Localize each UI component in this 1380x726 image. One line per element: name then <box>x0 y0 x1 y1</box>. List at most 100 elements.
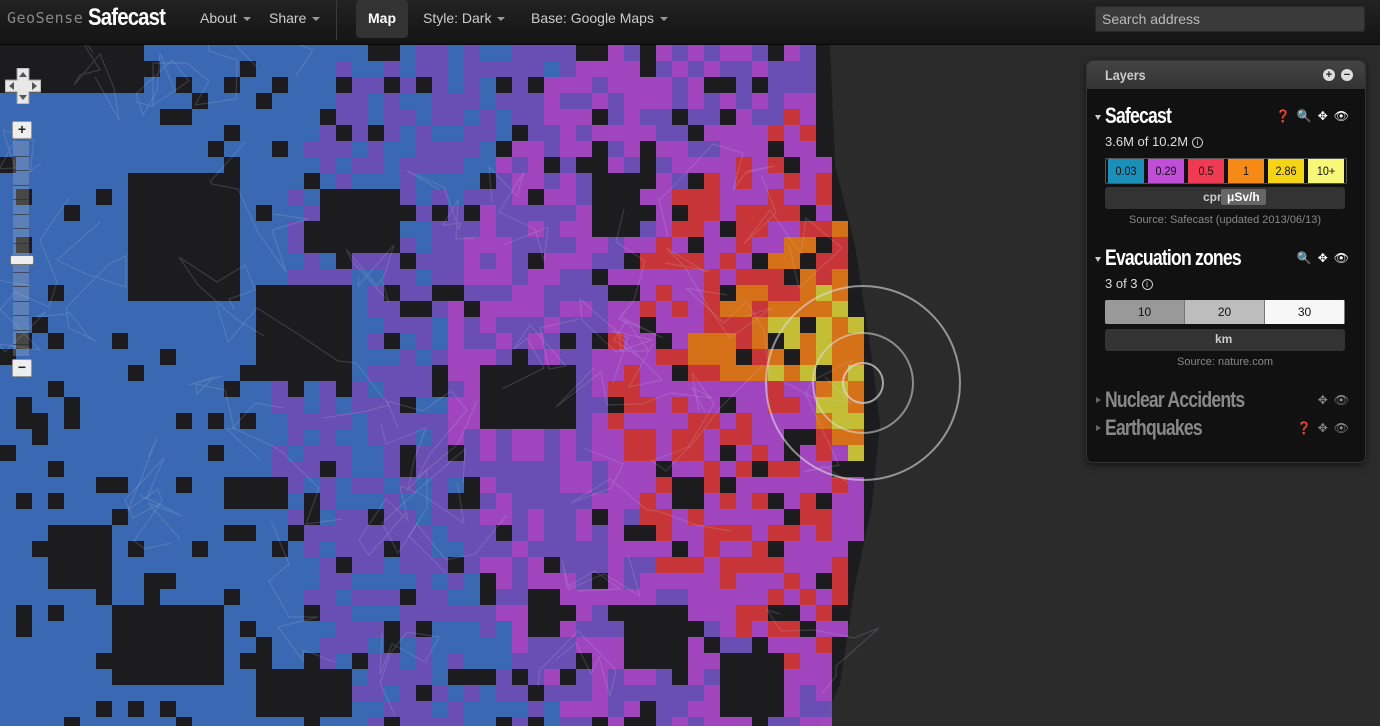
radiation-cell <box>0 669 16 685</box>
expand-triangle-icon[interactable] <box>1095 257 1101 262</box>
expand-triangle-icon[interactable] <box>1095 115 1101 120</box>
style-menu[interactable]: Style: Dark <box>423 0 506 38</box>
radiation-cell <box>336 525 352 541</box>
zoom-to-layer-icon[interactable]: 🔍 <box>1297 251 1312 265</box>
geosense-logo[interactable]: GeoSense <box>7 0 83 38</box>
radiation-cell <box>688 77 704 93</box>
eye-icon[interactable]: 👁 <box>1334 421 1349 435</box>
zoom-slider-track[interactable] <box>13 141 29 356</box>
radiation-cell <box>592 317 608 333</box>
move-icon[interactable]: ✥ <box>1318 109 1328 123</box>
radiation-cell <box>240 157 256 173</box>
radiation-cell <box>448 461 464 477</box>
radiation-cell <box>640 189 656 205</box>
radiation-cell <box>336 477 352 493</box>
radiation-cell <box>144 317 160 333</box>
zoom-to-layer-icon[interactable]: 🔍 <box>1297 109 1312 123</box>
radiation-cell <box>96 285 112 301</box>
radiation-cell <box>64 637 80 653</box>
earthquakes-layer-title[interactable]: Earthquakes <box>1105 415 1203 441</box>
radiation-cell <box>512 701 528 717</box>
info-icon[interactable]: i <box>1192 137 1204 148</box>
radiation-cell <box>112 205 128 221</box>
safecast-logo[interactable]: Safecast <box>88 0 166 38</box>
radiation-cell <box>400 413 416 429</box>
radiation-cell <box>544 477 560 493</box>
radiation-cell <box>96 637 112 653</box>
safecast-layer-title[interactable]: Safecast <box>1105 103 1172 129</box>
radiation-cell <box>464 525 480 541</box>
radiation-cell <box>624 365 640 381</box>
radiation-cell <box>816 669 832 685</box>
radiation-cell <box>128 573 144 589</box>
radiation-cell <box>96 237 112 253</box>
evacuation-layer-title[interactable]: Evacuation zones <box>1105 245 1242 271</box>
zone-swatch[interactable]: 20 <box>1185 300 1265 324</box>
add-layer-icon[interactable]: + <box>1323 69 1335 81</box>
radiation-cell <box>624 413 640 429</box>
radiation-cell <box>608 493 624 509</box>
radiation-cell <box>432 221 448 237</box>
collapsed-triangle-icon[interactable] <box>1096 397 1101 403</box>
collapsed-triangle-icon[interactable] <box>1096 425 1101 431</box>
move-icon[interactable]: ✥ <box>1318 251 1328 265</box>
radiation-cell <box>784 637 800 653</box>
map-tab[interactable]: Map <box>356 0 408 38</box>
move-icon[interactable]: ✥ <box>1318 421 1328 435</box>
eye-icon[interactable]: 👁 <box>1334 109 1349 123</box>
zone-swatch[interactable]: 30 <box>1265 300 1345 324</box>
radiation-cell <box>448 413 464 429</box>
unit-usv-option[interactable]: μSv/h <box>1221 189 1266 205</box>
help-icon[interactable]: ❓ <box>1276 109 1291 123</box>
radiation-cell <box>144 557 160 573</box>
safecast-color-legend: 0.03 0.29 0.5 1 2.86 10+ <box>1105 158 1347 184</box>
zoom-out-button[interactable]: − <box>12 359 32 377</box>
zoom-in-button[interactable]: + <box>12 121 32 139</box>
radiation-cell <box>656 253 672 269</box>
search-address-input[interactable] <box>1095 6 1365 32</box>
radiation-cell <box>144 157 160 173</box>
radiation-cell <box>192 141 208 157</box>
radiation-cell <box>352 701 368 717</box>
radiation-cell <box>784 621 800 637</box>
radiation-cell <box>192 685 208 701</box>
radiation-cell <box>80 173 96 189</box>
zoom-slider-handle[interactable] <box>10 255 34 265</box>
radiation-cell <box>672 557 688 573</box>
nuclear-accidents-layer-title[interactable]: Nuclear Accidents <box>1105 387 1245 413</box>
zone-swatch[interactable]: 10 <box>1105 300 1185 324</box>
radiation-cell <box>464 221 480 237</box>
collapse-panel-icon[interactable]: − <box>1341 69 1353 81</box>
nav-divider <box>336 0 337 40</box>
radiation-cell <box>176 461 192 477</box>
share-menu[interactable]: Share <box>269 0 321 38</box>
move-icon[interactable]: ✥ <box>1318 393 1328 407</box>
safecast-source: Source: Safecast (updated 2013/06/13) <box>1128 214 1322 226</box>
radiation-cell <box>128 157 144 173</box>
radiation-cell <box>256 525 272 541</box>
eye-icon[interactable]: 👁 <box>1334 251 1349 265</box>
radiation-cell <box>656 125 672 141</box>
radiation-cell <box>576 637 592 653</box>
info-icon[interactable]: i <box>1141 279 1153 290</box>
style-label: Style: Dark <box>423 10 492 26</box>
radiation-cell <box>592 445 608 461</box>
radiation-cell <box>592 621 608 637</box>
radiation-cell <box>288 77 304 93</box>
radiation-cell <box>144 349 160 365</box>
radiation-cell <box>16 429 32 445</box>
radiation-cell <box>416 141 432 157</box>
radiation-cell <box>336 61 352 77</box>
radiation-cell <box>832 557 848 573</box>
about-menu[interactable]: About <box>200 0 251 38</box>
radiation-cell <box>704 333 720 349</box>
radiation-cell <box>256 461 272 477</box>
pan-control[interactable] <box>5 68 41 104</box>
base-map-menu[interactable]: Base: Google Maps <box>531 0 668 38</box>
radiation-cell <box>752 413 768 429</box>
radiation-cell <box>208 701 224 717</box>
eye-icon[interactable]: 👁 <box>1334 393 1349 407</box>
radiation-cell <box>48 637 64 653</box>
help-icon[interactable]: ❓ <box>1297 421 1312 435</box>
radiation-cell <box>592 525 608 541</box>
